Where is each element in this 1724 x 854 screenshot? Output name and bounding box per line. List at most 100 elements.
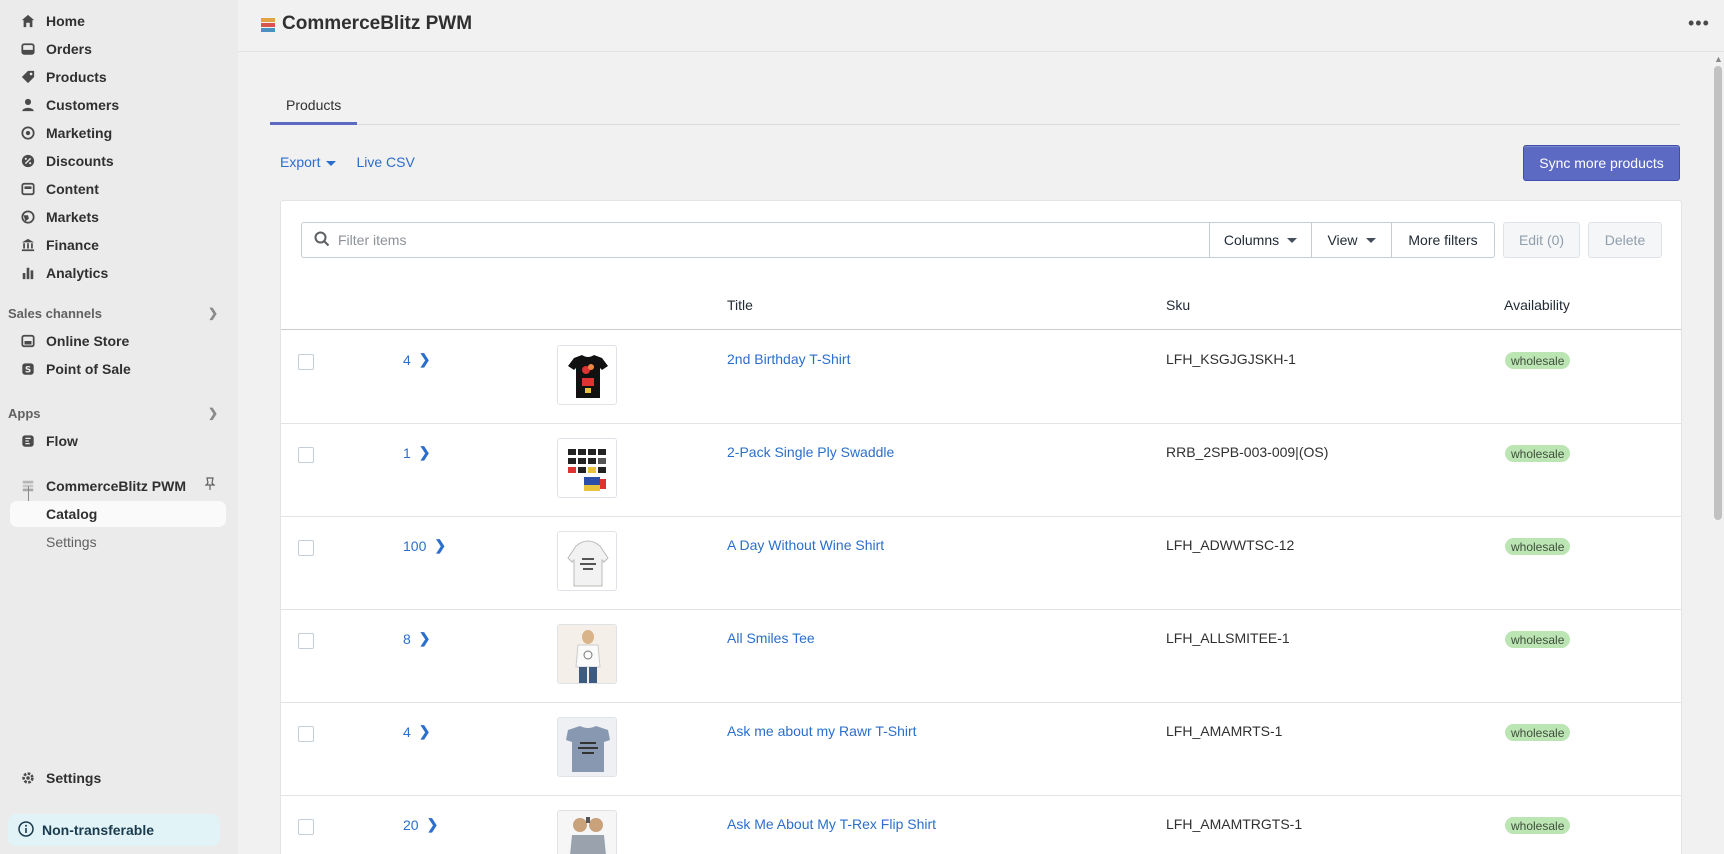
table-row[interactable]: 4 ❯ Ask me about my Rawr T-Shirt LFH_AMAM…: [281, 703, 1681, 796]
pin-icon[interactable]: [204, 477, 216, 494]
variant-count-link[interactable]: 1 ❯: [403, 444, 431, 461]
sync-more-products-button[interactable]: Sync more products: [1523, 145, 1680, 181]
table-row[interactable]: 20 ❯ Ask Me About My T-Rex Flip Shirt LFH…: [281, 796, 1681, 854]
variant-count: 8: [403, 630, 411, 647]
search-field[interactable]: [301, 222, 1209, 258]
non-transferable-banner[interactable]: Non-transferable: [8, 814, 220, 846]
variant-count: 1: [403, 444, 411, 461]
tag-icon: [20, 69, 36, 85]
chevron-right-icon: ❯: [207, 306, 218, 320]
person-icon: [20, 97, 36, 113]
sales-channels-header[interactable]: Sales channels ❯: [8, 303, 226, 323]
more-filters-button[interactable]: More filters: [1392, 222, 1495, 258]
sidebar-item-app-settings[interactable]: Settings: [10, 529, 226, 555]
row-checkbox[interactable]: [298, 447, 314, 463]
variant-count-link[interactable]: 8 ❯: [403, 630, 431, 647]
sidebar-item-label: Finance: [46, 237, 99, 253]
chevron-right-icon: ❯: [207, 406, 218, 420]
more-actions-icon[interactable]: •••: [1688, 13, 1710, 34]
discount-icon: [20, 153, 36, 169]
row-checkbox[interactable]: [298, 354, 314, 370]
sidebar-item-label: Markets: [46, 209, 99, 225]
sidebar-item-label: Catalog: [46, 506, 98, 522]
sidebar-item-label: Analytics: [46, 265, 109, 281]
chevron-right-icon: ❯: [426, 816, 439, 832]
filter-bar: Columns View More filters Edit (0) Delet…: [301, 222, 1662, 258]
variant-count-link[interactable]: 4 ❯: [403, 351, 431, 368]
sidebar-item-commerceblitz[interactable]: CommerceBlitz PWM: [10, 473, 226, 499]
live-csv-link[interactable]: Live CSV: [356, 154, 414, 170]
chevron-right-icon: ❯: [434, 537, 447, 553]
sidebar-item-point-of-sale[interactable]: S Point of Sale: [10, 356, 226, 382]
sidebar-item-settings[interactable]: Settings: [10, 765, 226, 791]
chevron-right-icon: ❯: [418, 723, 431, 739]
column-header-availability[interactable]: Availability: [1504, 297, 1570, 313]
sidebar-item-finance[interactable]: Finance: [10, 232, 226, 258]
page-actions: Export Live CSV: [280, 154, 415, 170]
chevron-right-icon: ❯: [418, 444, 431, 460]
export-label: Export: [280, 154, 321, 170]
sidebar-item-customers[interactable]: Customers: [10, 92, 226, 118]
info-icon: [18, 820, 34, 840]
products-card: Columns View More filters Edit (0) Delet…: [280, 200, 1682, 854]
sidebar-item-analytics[interactable]: Analytics: [10, 260, 226, 286]
product-thumbnail: [557, 717, 617, 777]
sidebar-item-content[interactable]: Content: [10, 176, 226, 202]
sidebar-item-marketing[interactable]: Marketing: [10, 120, 226, 146]
bank-icon: [20, 237, 36, 253]
table-row[interactable]: 1 ❯ 2-Pack Single Ply Swaddle RRB_2SPB-00…: [281, 424, 1681, 517]
scroll-up-arrow-icon[interactable]: ▲: [1714, 54, 1723, 64]
product-title-link[interactable]: All Smiles Tee: [727, 630, 815, 646]
row-checkbox[interactable]: [298, 726, 314, 742]
availability-badge: wholesale: [1505, 538, 1571, 555]
tab-products[interactable]: Products: [270, 88, 358, 125]
product-title-link[interactable]: Ask Me About My T-Rex Flip Shirt: [727, 816, 936, 832]
page-title: CommerceBlitz PWM: [282, 13, 473, 34]
app-logo-icon: [259, 16, 277, 34]
sidebar-item-discounts[interactable]: Discounts: [10, 148, 226, 174]
column-header-sku[interactable]: Sku: [1166, 297, 1190, 313]
chevron-right-icon: ❯: [418, 351, 431, 367]
row-checkbox[interactable]: [298, 633, 314, 649]
product-sku: LFH_ALLSMITEE-1: [1166, 630, 1290, 646]
table-row[interactable]: 8 ❯ All Smiles Tee LFH_ALLSMITEE-1 wholes…: [281, 610, 1681, 703]
row-checkbox[interactable]: [298, 819, 314, 835]
row-checkbox[interactable]: [298, 540, 314, 556]
sidebar-item-label: Settings: [46, 770, 102, 786]
sidebar-item-online-store[interactable]: Online Store: [10, 328, 226, 354]
product-title-link[interactable]: 2-Pack Single Ply Swaddle: [727, 444, 894, 460]
variant-count-link[interactable]: 100 ❯: [403, 537, 446, 554]
apps-header[interactable]: Apps ❯: [8, 403, 226, 423]
sidebar-item-label: CommerceBlitz PWM: [46, 478, 187, 494]
scrollbar-thumb[interactable]: [1714, 66, 1722, 520]
sidebar-item-products[interactable]: Products: [10, 64, 226, 90]
sidebar-item-label: Point of Sale: [46, 361, 131, 377]
delete-button[interactable]: Delete: [1588, 222, 1662, 258]
apps-title: Apps: [8, 405, 41, 421]
column-header-title[interactable]: Title: [727, 297, 753, 313]
product-title-link[interactable]: 2nd Birthday T-Shirt: [727, 351, 850, 367]
flow-icon: [20, 433, 36, 449]
view-button[interactable]: View: [1312, 222, 1392, 258]
sidebar-item-catalog[interactable]: Catalog: [10, 501, 226, 527]
table-row[interactable]: 100 ❯ A Day Without Wine Shirt LFH_ADWWTS…: [281, 517, 1681, 610]
columns-button[interactable]: Columns: [1209, 222, 1312, 258]
product-title-link[interactable]: Ask me about my Rawr T-Shirt: [727, 723, 917, 739]
variant-count-link[interactable]: 20 ❯: [403, 816, 438, 833]
sidebar-item-flow[interactable]: Flow: [10, 428, 226, 454]
caret-down-icon: [1287, 237, 1298, 243]
variant-count-link[interactable]: 4 ❯: [403, 723, 431, 740]
product-title-link[interactable]: A Day Without Wine Shirt: [727, 537, 884, 553]
sidebar-item-markets[interactable]: Markets: [10, 204, 226, 230]
caret-down-icon: [326, 160, 337, 166]
sidebar-item-orders[interactable]: Orders: [10, 36, 226, 62]
home-icon: [20, 13, 36, 29]
sales-channels-title: Sales channels: [8, 305, 102, 321]
search-input[interactable]: [338, 232, 1198, 248]
variant-count: 100: [403, 537, 427, 554]
table-row[interactable]: 4 ❯ 2nd Birthday T-Shirt LFH_KSGJGJSKH-1 …: [281, 331, 1681, 424]
sidebar: Home Orders Products Customers Marketing…: [0, 0, 238, 854]
edit-button[interactable]: Edit (0): [1503, 222, 1580, 258]
export-button[interactable]: Export: [280, 154, 337, 170]
sidebar-item-home[interactable]: Home: [10, 8, 226, 34]
